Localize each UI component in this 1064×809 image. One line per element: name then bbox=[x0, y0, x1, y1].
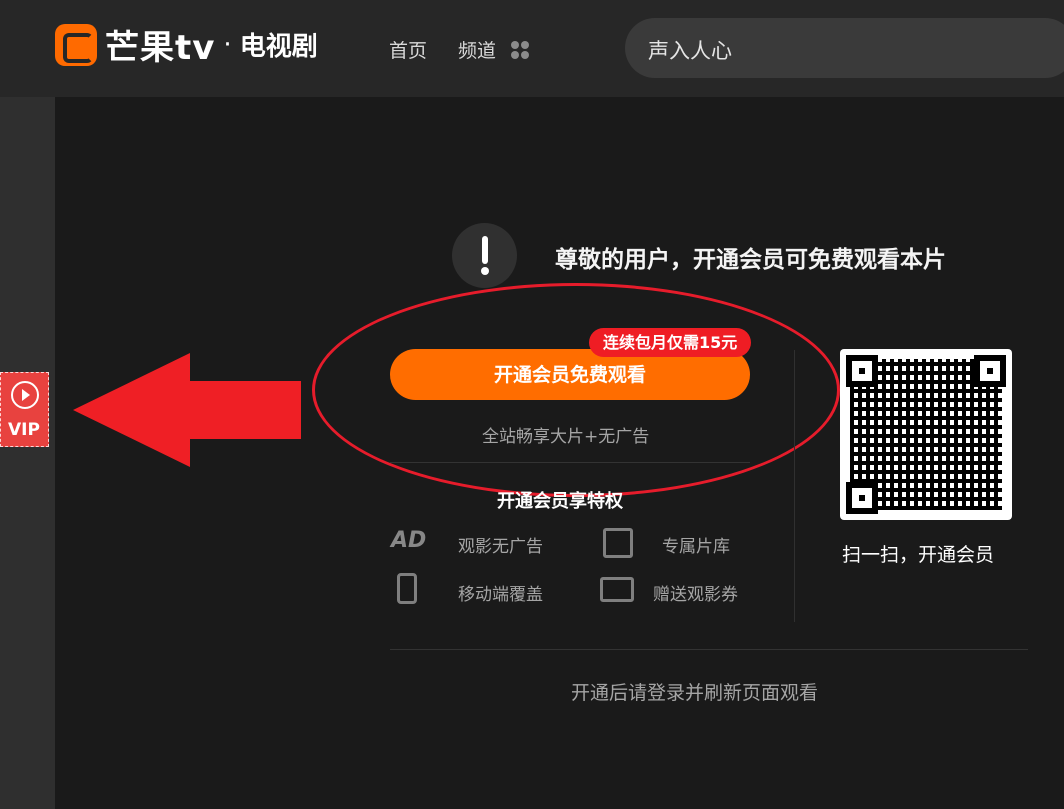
membership-subtext: 全站畅享大片+无广告 bbox=[482, 427, 650, 447]
vip-sidebar-button[interactable]: VIP bbox=[0, 372, 49, 447]
top-header: 芒果tv · 电视剧 首页 频道 声入人心 bbox=[0, 0, 1064, 97]
ticket-icon bbox=[600, 577, 634, 602]
mobile-icon bbox=[397, 573, 417, 604]
ad-free-icon: AD bbox=[391, 528, 427, 553]
alert-icon bbox=[452, 223, 517, 288]
privilege-title: 开通会员享特权 bbox=[497, 491, 623, 512]
site-logo[interactable]: 芒果tv · 电视剧 bbox=[55, 20, 318, 69]
vertical-divider bbox=[794, 350, 795, 622]
search-box[interactable]: 声入人心 bbox=[625, 18, 1064, 78]
annotation-arrow-body bbox=[189, 381, 301, 439]
privilege-ticket: 赠送观影券 bbox=[653, 585, 738, 605]
footer-note: 开通后请登录并刷新页面观看 bbox=[571, 682, 819, 704]
privilege-library: 专属片库 bbox=[662, 537, 730, 557]
nav-channel-link[interactable]: 频道 bbox=[458, 36, 496, 63]
film-library-icon bbox=[603, 528, 633, 558]
left-sidebar bbox=[0, 97, 55, 809]
logo-separator: · bbox=[223, 29, 232, 60]
qr-caption: 扫一扫，开通会员 bbox=[842, 544, 995, 566]
logo-text: 芒果tv bbox=[105, 28, 216, 68]
price-badge: 连续包月仅需15元 bbox=[589, 328, 752, 357]
vip-label: VIP bbox=[8, 420, 40, 440]
qr-code bbox=[840, 349, 1012, 520]
privilege-mobile: 移动端覆盖 bbox=[458, 585, 543, 605]
privilege-ad-free: 观影无广告 bbox=[458, 537, 543, 557]
footer-divider bbox=[390, 649, 1028, 650]
mango-logo-icon bbox=[55, 23, 97, 66]
divider bbox=[390, 462, 750, 463]
nav-home-link[interactable]: 首页 bbox=[389, 36, 427, 63]
annotation-arrow-head bbox=[73, 353, 190, 467]
search-input[interactable]: 声入人心 bbox=[648, 35, 732, 65]
grid-menu-icon[interactable] bbox=[511, 41, 529, 59]
paywall-notice: 尊敬的用户，开通会员可免费观看本片 bbox=[555, 247, 946, 273]
logo-subtitle: 电视剧 bbox=[239, 32, 318, 62]
play-circle-icon bbox=[11, 381, 39, 409]
